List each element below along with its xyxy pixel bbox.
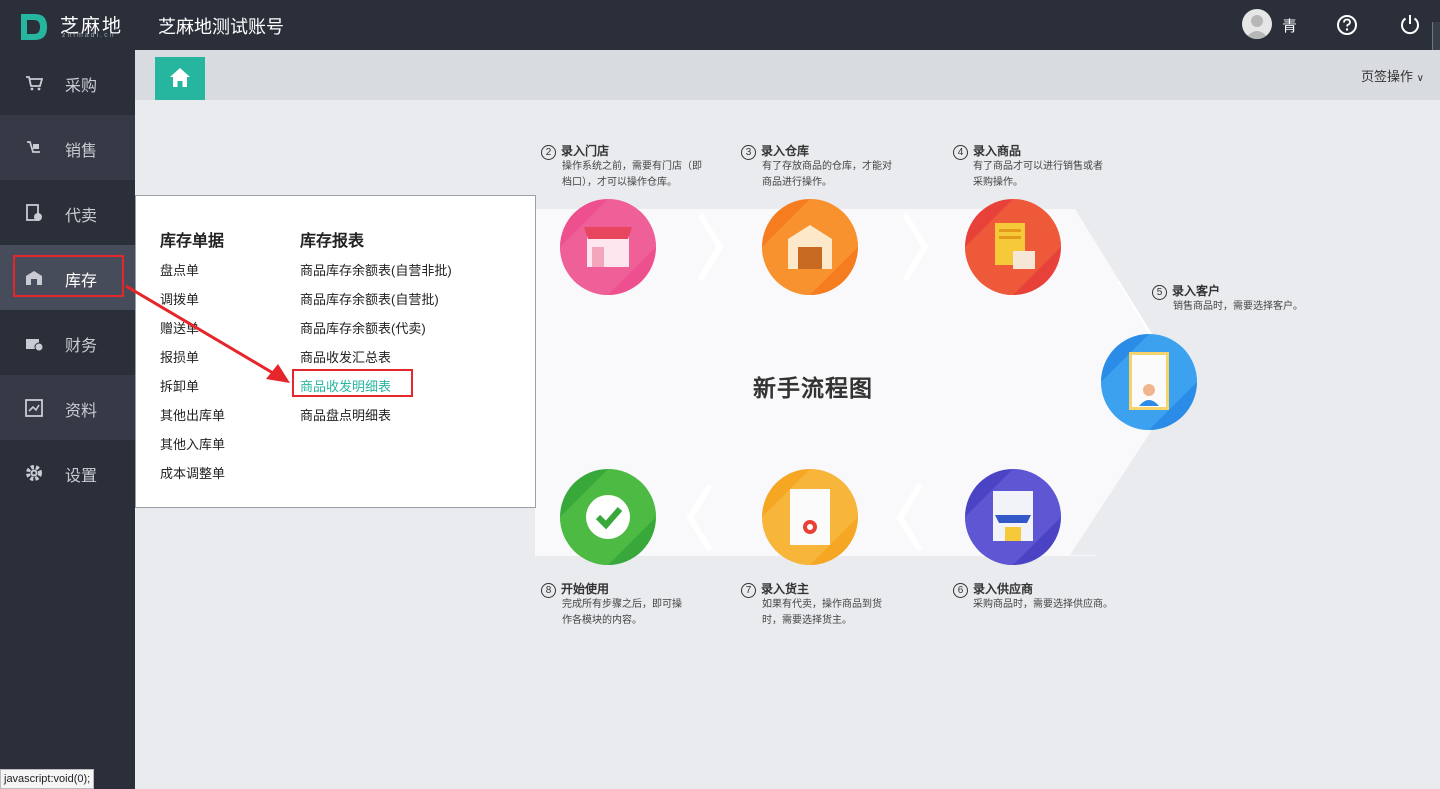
step-number: 5 (1152, 285, 1167, 300)
supplier-icon (965, 469, 1061, 565)
col-title-reports: 库存报表 (300, 233, 365, 250)
step-title-text: 录入货主 (761, 582, 810, 596)
step-2-desc: 操作系统之前，需要有门店（即 档口），才可以操作仓库。 (562, 161, 702, 188)
finance-icon (26, 339, 43, 352)
logo-subtext: zhimadi.cn (62, 32, 116, 39)
sidebar-item-label: 采购 (65, 78, 98, 95)
chevron-down-icon: ∨ (1416, 73, 1424, 84)
data-icon (25, 399, 43, 417)
page-tabs-menu[interactable]: 页签操作 ∨ (1361, 66, 1424, 85)
menu-item-other-outbound[interactable]: 其他出库单 (160, 405, 225, 424)
step-title-text: 录入商品 (973, 144, 1022, 158)
step-5-title: 5 录入客户 (1152, 282, 1220, 300)
cart-icon (26, 76, 43, 91)
step-number: 4 (953, 145, 968, 160)
step-number: 8 (541, 583, 556, 598)
sidebar-item-sales[interactable]: 销售 (0, 115, 135, 180)
user-icon (1245, 15, 1269, 39)
flow-title: 新手流程图 (753, 375, 873, 401)
sidebar-item-label: 财务 (65, 338, 98, 355)
home-icon (170, 68, 190, 87)
step-6-title: 6 录入供应商 (953, 580, 1033, 598)
sales-icon (27, 141, 40, 153)
warehouse-step-icon (762, 199, 858, 295)
power-icon[interactable] (1399, 13, 1421, 35)
step-title-text: 录入供应商 (973, 582, 1034, 596)
step-number: 7 (741, 583, 756, 598)
store-icon (560, 199, 656, 295)
step-4-title: 4 录入商品 (953, 142, 1021, 160)
sidebar-item-label: 销售 (65, 143, 98, 160)
step-5-desc: 销售商品时，需要选择客户。 (1173, 301, 1303, 312)
step-title-text: 开始使用 (561, 582, 610, 596)
consign-icon (26, 204, 42, 221)
sidebar-item-label: 代卖 (65, 208, 98, 225)
step-number: 3 (741, 145, 756, 160)
step-title-text: 录入仓库 (761, 144, 810, 158)
tab-bar (135, 50, 1440, 100)
menu-item-balance-consign[interactable]: 商品库存余额表(代卖) (300, 318, 426, 337)
highlight-box-inventory (13, 255, 124, 297)
col-title-documents: 库存单据 (160, 233, 225, 250)
logo-icon (21, 14, 47, 40)
account-name: 芝麻地测试账号 (158, 17, 284, 37)
step-7-desc: 如果有代卖，操作商品到货 时，需要选择货主。 (762, 599, 882, 626)
help-icon[interactable] (1336, 14, 1358, 36)
annotation-arrow-icon (125, 284, 290, 383)
sidebar-item-finance[interactable]: 财务 (0, 310, 135, 375)
menu-item-stocktake-detail[interactable]: 商品盘点明细表 (300, 405, 391, 424)
owner-icon (762, 469, 858, 565)
step-number: 6 (953, 583, 968, 598)
logo[interactable]: 芝麻地 zhimadi.cn (16, 8, 136, 44)
step-8-desc: 完成所有步骤之后，即可操 作各模块的内容。 (562, 599, 682, 626)
sidebar-item-label: 设置 (65, 468, 98, 485)
step-8-title: 8 开始使用 (541, 580, 609, 598)
customer-icon (1101, 334, 1197, 430)
page-tabs-label: 页签操作 (1361, 69, 1414, 84)
step-4-desc: 有了商品才可以进行销售或者 采购操作。 (973, 161, 1103, 188)
avatar[interactable] (1242, 9, 1272, 39)
menu-item-balance-self-nonbatch[interactable]: 商品库存余额表(自营非批) (300, 260, 452, 279)
step-number: 2 (541, 145, 556, 160)
step-6-desc: 采购商品时，需要选择供应商。 (973, 599, 1113, 610)
sidebar-item-data[interactable]: 资料 (0, 375, 135, 440)
menu-item-balance-self-batch[interactable]: 商品库存余额表(自营批) (300, 289, 439, 308)
step-3-desc: 有了存放商品的仓库，才能对 商品进行操作。 (762, 161, 892, 188)
menu-item-other-inbound[interactable]: 其他入库单 (160, 434, 225, 453)
status-bar: javascript:void(0); (0, 769, 95, 789)
menu-item-cost-adjust[interactable]: 成本调整单 (160, 463, 225, 482)
sidebar-item-settings[interactable]: 设置 (0, 440, 135, 505)
highlight-box-io-detail (292, 369, 413, 397)
menu-item-io-summary[interactable]: 商品收发汇总表 (300, 347, 391, 366)
step-3-title: 3 录入仓库 (741, 142, 809, 160)
tab-home[interactable] (155, 57, 205, 100)
step-title-text: 录入客户 (1172, 284, 1221, 298)
step-7-title: 7 录入货主 (741, 580, 809, 598)
product-icon (965, 199, 1061, 295)
step-title-text: 录入门店 (561, 144, 610, 158)
sidebar-item-purchase[interactable]: 采购 (0, 50, 135, 115)
step-2-title: 2 录入门店 (541, 142, 609, 160)
sidebar-item-label: 资料 (65, 403, 98, 420)
menu-item-stocktake[interactable]: 盘点单 (160, 260, 199, 279)
username[interactable]: 青 (1282, 15, 1297, 36)
sidebar-item-consign[interactable]: 代卖 (0, 180, 135, 245)
check-icon (560, 469, 656, 565)
gear-icon (26, 465, 42, 481)
